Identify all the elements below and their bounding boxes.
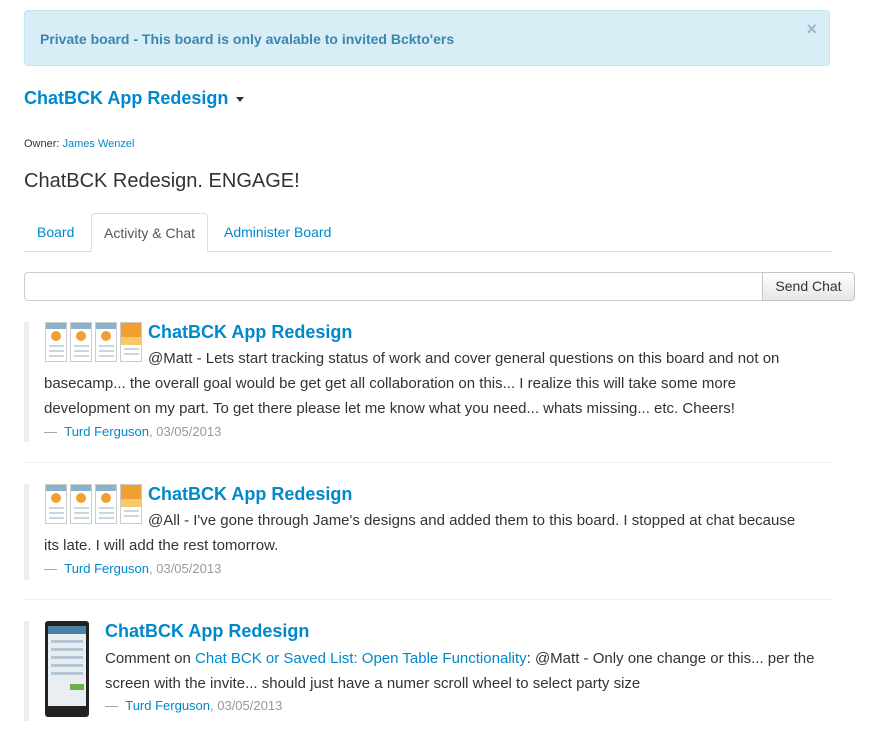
- meta-dash: —: [44, 561, 57, 576]
- comment-prefix: Comment on: [105, 650, 196, 667]
- design-thumbnail: [45, 484, 67, 524]
- board-title: ChatBCK App Redesign: [24, 88, 229, 108]
- owner-link[interactable]: James Wenzel: [63, 138, 135, 150]
- post-body-line1: @All - I've gone through Jame's designs …: [148, 512, 796, 529]
- board-description: ChatBCK Redesign. ENGAGE!: [24, 170, 300, 192]
- chat-input[interactable]: [24, 272, 763, 301]
- design-thumbnail: [95, 322, 117, 362]
- activity-post: ChatBCK App Redesign @Matt - Lets start …: [24, 322, 832, 442]
- design-thumbnail: [120, 322, 142, 362]
- alert-message: Private board - This board is only avala…: [40, 31, 455, 47]
- design-thumbnail: [120, 484, 142, 524]
- meta-dash: —: [105, 698, 118, 713]
- post-meta: — Turd Ferguson, 03/05/2013: [105, 698, 282, 713]
- author-link[interactable]: Turd Ferguson: [125, 698, 210, 713]
- post-meta: — Turd Ferguson, 03/05/2013: [44, 424, 221, 439]
- board-tabs: Board Activity & Chat Administer Board: [24, 213, 832, 252]
- author-link[interactable]: Turd Ferguson: [64, 424, 149, 439]
- owner-label: Owner:: [24, 138, 60, 150]
- close-icon[interactable]: ×: [806, 20, 817, 38]
- comment-target-link[interactable]: Chat BCK or Saved List: Open Table Funct…: [195, 650, 527, 667]
- tab-administer-board[interactable]: Administer Board: [212, 213, 343, 252]
- post-date: , 03/05/2013: [149, 561, 222, 576]
- send-chat-button[interactable]: Send Chat: [762, 272, 855, 301]
- tab-activity-chat[interactable]: Activity & Chat: [91, 213, 209, 252]
- activity-post: ChatBCK App Redesign @All - I've gone th…: [24, 484, 832, 580]
- meta-dash: —: [44, 424, 57, 439]
- post-title[interactable]: ChatBCK App Redesign: [105, 621, 309, 642]
- author-link[interactable]: Turd Ferguson: [64, 561, 149, 576]
- post-meta: — Turd Ferguson, 03/05/2013: [44, 561, 221, 576]
- post-title[interactable]: ChatBCK App Redesign: [148, 484, 352, 505]
- caret-down-icon: [236, 96, 245, 102]
- activity-post: ChatBCK App Redesign Comment on Chat BCK…: [24, 621, 832, 721]
- design-thumbnail: [70, 484, 92, 524]
- design-thumbnail: [70, 322, 92, 362]
- post-divider: [24, 462, 832, 463]
- board-owner: Owner: James Wenzel: [24, 138, 134, 150]
- post-title[interactable]: ChatBCK App Redesign: [148, 322, 352, 343]
- post-date: , 03/05/2013: [210, 698, 283, 713]
- design-thumbnail: [45, 322, 67, 362]
- post-date: , 03/05/2013: [149, 424, 222, 439]
- post-body: Comment on Chat BCK or Saved List: Open …: [105, 646, 837, 696]
- board-title-dropdown[interactable]: ChatBCK App Redesign: [24, 88, 245, 109]
- post-divider: [24, 599, 832, 600]
- private-board-alert: Private board - This board is only avala…: [24, 10, 830, 66]
- post-body-line1: @Matt - Lets start tracking status of wo…: [148, 350, 780, 367]
- post-body: its late. I will add the rest tomorrow.: [44, 537, 279, 554]
- screen-thumbnail[interactable]: [45, 621, 89, 717]
- post-body: basecamp... the overall goal would be ge…: [44, 375, 737, 417]
- tab-board[interactable]: Board: [25, 213, 86, 252]
- design-thumbnail: [95, 484, 117, 524]
